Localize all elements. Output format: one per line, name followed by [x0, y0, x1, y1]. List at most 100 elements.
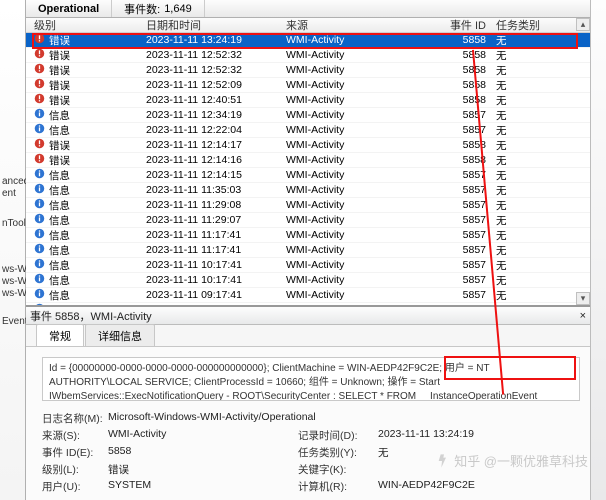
table-row[interactable]: 信息2023-11-11 12:34:19WMI-Activity5857无	[26, 108, 590, 123]
table-row[interactable]: 信息2023-11-11 11:29:07WMI-Activity5857无	[26, 213, 590, 228]
cell-level: 错误	[49, 138, 70, 153]
table-row[interactable]: 错误2023-11-11 13:24:19WMI-Activity5858无	[26, 33, 590, 48]
cell-taskcat: 无	[492, 138, 590, 153]
cell-datetime: 2023-11-11 12:14:16	[146, 154, 286, 166]
error-icon	[34, 153, 45, 167]
cell-source: WMI-Activity	[286, 34, 440, 46]
table-row[interactable]: 错误2023-11-11 12:52:32WMI-Activity5858无	[26, 63, 590, 78]
table-row[interactable]: 错误2023-11-11 12:52:32WMI-Activity5858无	[26, 48, 590, 63]
info-icon	[34, 198, 45, 212]
cell-datetime: 2023-11-11 10:17:41	[146, 274, 286, 286]
scroll-down[interactable]: ▾	[576, 292, 590, 305]
cell-source: WMI-Activity	[286, 274, 440, 286]
lbl-eventid: 事件 ID(E):	[42, 445, 108, 460]
table-row[interactable]: 信息2023-11-11 11:29:08WMI-Activity5857无	[26, 198, 590, 213]
event-grid[interactable]: 级别 日期和时间 来源 事件 ID 任务类别 错误2023-11-11 13:2…	[26, 18, 590, 305]
cell-datetime: 2023-11-11 12:52:09	[146, 79, 286, 91]
lbl-computer: 计算机(R):	[298, 479, 378, 494]
cell-source: WMI-Activity	[286, 214, 440, 226]
info-icon	[34, 273, 45, 287]
cell-datetime: 2023-11-11 10:17:41	[146, 259, 286, 271]
cell-level: 错误	[49, 93, 70, 108]
cell-level: 错误	[49, 63, 70, 78]
nav-tree-fragment: anced S ent nTool ws-WinIN ws-WinIl ws-W…	[0, 0, 26, 500]
cell-source: WMI-Activity	[286, 64, 440, 76]
cell-source: WMI-Activity	[286, 109, 440, 121]
col-datetime[interactable]: 日期和时间	[146, 18, 286, 33]
cell-eventid: 5858	[440, 64, 492, 76]
cell-taskcat: 无	[492, 108, 590, 123]
table-row[interactable]: 错误2023-11-11 12:52:09WMI-Activity5858无	[26, 78, 590, 93]
nav-item[interactable]: nTool	[2, 218, 26, 229]
cell-source: WMI-Activity	[286, 289, 440, 301]
lbl-source: 来源(S):	[42, 428, 108, 443]
cell-eventid: 5857	[440, 199, 492, 211]
table-row[interactable]: 信息2023-11-11 09:17:41WMI-Activity5857无	[26, 288, 590, 303]
val-level: 错误	[108, 462, 298, 477]
val-computer: WIN-AEDP42F9C2E	[378, 479, 580, 494]
actions-pane-strip	[590, 0, 606, 500]
cell-eventid: 5858	[440, 79, 492, 91]
cell-level: 信息	[49, 243, 70, 258]
cell-taskcat: 无	[492, 243, 590, 258]
table-row[interactable]: 错误2023-11-11 12:14:16WMI-Activity5858无	[26, 153, 590, 168]
table-row[interactable]: 信息2023-11-11 12:14:15WMI-Activity5857无	[26, 168, 590, 183]
lbl-user: 用户(U):	[42, 479, 108, 494]
cell-datetime: 2023-11-11 12:22:04	[146, 124, 286, 136]
cell-level: 信息	[49, 228, 70, 243]
scroll-up[interactable]: ▴	[576, 18, 590, 31]
cell-eventid: 5857	[440, 109, 492, 121]
cell-datetime: 2023-11-11 12:34:19	[146, 109, 286, 121]
cell-datetime: 2023-11-11 13:24:19	[146, 34, 286, 46]
info-icon	[34, 228, 45, 242]
col-eventid[interactable]: 事件 ID	[440, 18, 492, 33]
cell-taskcat: 无	[492, 123, 590, 138]
error-icon	[34, 63, 45, 77]
cell-eventid: 5858	[440, 139, 492, 151]
lbl-taskcat: 任务类别(Y):	[298, 445, 378, 460]
table-row[interactable]: 信息2023-11-11 12:22:04WMI-Activity5857无	[26, 123, 590, 138]
table-row[interactable]: 信息2023-11-11 10:17:41WMI-Activity5857无	[26, 273, 590, 288]
cell-eventid: 5857	[440, 244, 492, 256]
event-message[interactable]: Id = {00000000-0000-0000-0000-0000000000…	[42, 357, 580, 401]
nav-item[interactable]: ent	[2, 188, 16, 199]
table-row[interactable]: 信息2023-11-11 11:17:41WMI-Activity5857无	[26, 243, 590, 258]
close-icon[interactable]: ×	[580, 310, 586, 322]
cell-eventid: 5857	[440, 289, 492, 301]
cell-source: WMI-Activity	[286, 139, 440, 151]
cell-taskcat: 无	[492, 93, 590, 108]
tab-general[interactable]: 常规	[36, 324, 84, 346]
col-source[interactable]: 来源	[286, 18, 440, 33]
val-logged: 2023-11-11 13:24:19	[378, 428, 580, 443]
cell-taskcat: 无	[492, 198, 590, 213]
error-icon	[34, 48, 45, 62]
tab-details[interactable]: 详细信息	[85, 324, 155, 346]
cell-level: 信息	[49, 258, 70, 273]
table-row[interactable]: 错误2023-11-11 12:14:17WMI-Activity5858无	[26, 138, 590, 153]
table-row[interactable]: 错误2023-11-11 12:40:51WMI-Activity5858无	[26, 93, 590, 108]
cell-level: 错误	[49, 153, 70, 168]
cell-taskcat: 无	[492, 183, 590, 198]
cell-taskcat: 无	[492, 63, 590, 78]
col-level[interactable]: 级别	[26, 18, 146, 33]
cell-datetime: 2023-11-11 11:35:03	[146, 184, 286, 196]
cell-eventid: 5857	[440, 184, 492, 196]
cell-source: WMI-Activity	[286, 259, 440, 271]
cell-source: WMI-Activity	[286, 154, 440, 166]
table-row[interactable]: 信息2023-11-11 11:17:41WMI-Activity5857无	[26, 228, 590, 243]
nav-item[interactable]: Event	[2, 316, 28, 327]
val-eventid: 5858	[108, 445, 298, 460]
details-title-source: WMI-Activity	[91, 311, 152, 323]
cell-eventid: 5858	[440, 34, 492, 46]
error-icon	[34, 138, 45, 152]
cell-taskcat: 无	[492, 168, 590, 183]
lbl-logged: 记录时间(D):	[298, 428, 378, 443]
table-row[interactable]: 信息2023-11-11 10:17:41WMI-Activity5857无	[26, 258, 590, 273]
cell-taskcat: 无	[492, 273, 590, 288]
table-row[interactable]: 信息2023-11-11 11:35:03WMI-Activity5857无	[26, 183, 590, 198]
cell-taskcat: 无	[492, 228, 590, 243]
cell-source: WMI-Activity	[286, 94, 440, 106]
grid-header[interactable]: 级别 日期和时间 来源 事件 ID 任务类别	[26, 18, 590, 33]
info-icon	[34, 288, 45, 302]
info-icon	[34, 258, 45, 272]
